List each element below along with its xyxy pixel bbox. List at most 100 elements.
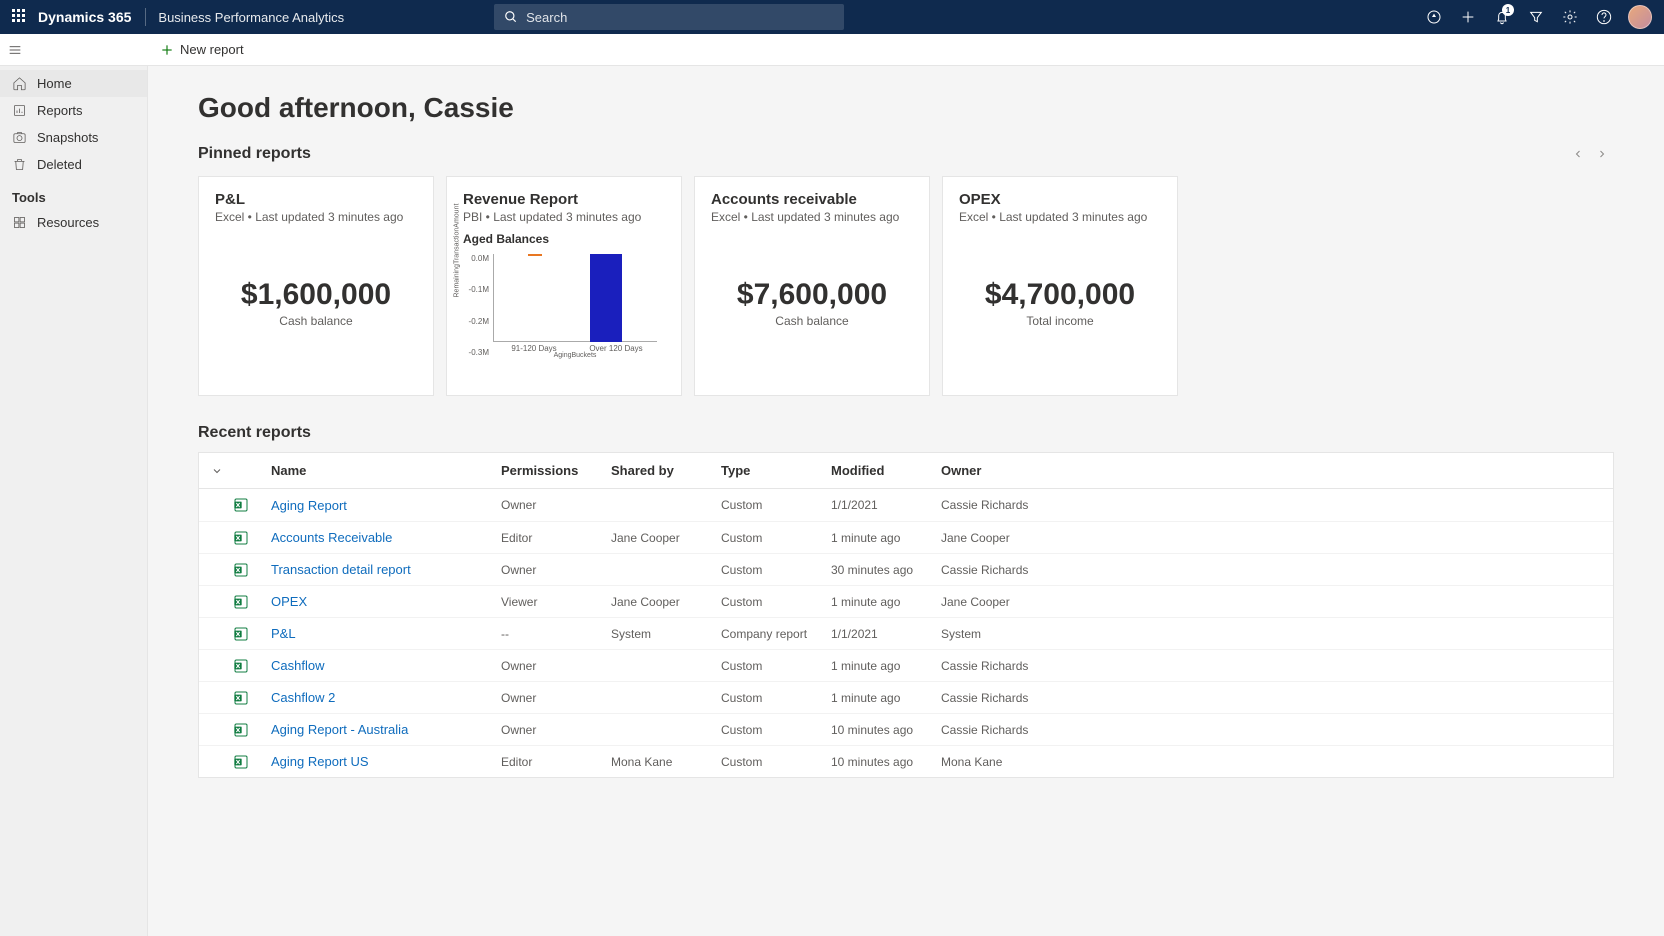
avatar[interactable] <box>1628 5 1652 29</box>
sidebar-item-label: Snapshots <box>37 130 98 145</box>
card-revenue-report[interactable]: Revenue Report PBI • Last updated 3 minu… <box>446 176 682 396</box>
table-row: Aging Report - AustraliaOwner Custom10 mi… <box>199 713 1613 745</box>
col-modified[interactable]: Modified <box>831 463 941 478</box>
row-modified: 1/1/2021 <box>831 627 941 641</box>
row-permissions: Owner <box>501 723 611 737</box>
help-icon[interactable] <box>1588 0 1620 34</box>
row-name[interactable]: Accounts Receivable <box>271 530 501 545</box>
search-input[interactable]: Search <box>494 4 844 30</box>
sidebar-item-snapshots[interactable]: Snapshots <box>0 124 147 151</box>
row-modified: 30 minutes ago <box>831 563 941 577</box>
search-placeholder: Search <box>526 10 567 25</box>
row-type: Custom <box>721 691 831 705</box>
sidebar-item-label: Home <box>37 76 72 91</box>
chevron-right-icon[interactable] <box>1590 142 1614 166</box>
row-modified: 1 minute ago <box>831 531 941 545</box>
sidebar: Home Reports Snapshots Deleted Tools Res… <box>0 66 148 936</box>
snapshots-icon <box>12 130 27 145</box>
target-icon[interactable] <box>1418 0 1450 34</box>
recent-reports-title: Recent reports <box>198 424 311 442</box>
sort-column[interactable] <box>211 465 271 477</box>
sidebar-item-reports[interactable]: Reports <box>0 97 147 124</box>
card-value: $7,600,000 <box>737 278 887 312</box>
row-name[interactable]: P&L <box>271 626 501 641</box>
table-row: Cashflow 2OwnerCustom1 minute agoCassie … <box>199 681 1613 713</box>
trash-icon <box>12 157 27 172</box>
plus-icon[interactable] <box>1452 0 1484 34</box>
gear-icon[interactable] <box>1554 0 1586 34</box>
card-label: Cash balance <box>775 314 848 328</box>
brand-title[interactable]: Dynamics 365 <box>38 9 145 25</box>
chart-ytick: 0.0M <box>471 254 489 263</box>
chevron-left-icon[interactable] <box>1566 142 1590 166</box>
filter-icon[interactable] <box>1520 0 1552 34</box>
row-name[interactable]: OPEX <box>271 594 501 609</box>
row-type: Custom <box>721 498 831 512</box>
col-permissions[interactable]: Permissions <box>501 463 611 478</box>
notifications-icon[interactable]: 1 <box>1486 0 1518 34</box>
waffle-icon[interactable] <box>12 9 28 25</box>
pinned-cards: P&L Excel • Last updated 3 minutes ago $… <box>198 176 1614 396</box>
card-title: P&L <box>215 191 417 208</box>
chart-xlabel: AgingBuckets <box>493 352 657 359</box>
row-name[interactable]: Transaction detail report <box>271 562 501 577</box>
row-type: Custom <box>721 531 831 545</box>
row-name[interactable]: Aging Report - Australia <box>271 722 501 737</box>
table-header: Name Permissions Shared by Type Modified… <box>199 453 1613 489</box>
table-row: P&L--SystemCompany report1/1/2021System <box>199 617 1613 649</box>
row-name[interactable]: Cashflow <box>271 658 501 673</box>
card-accounts-receivable[interactable]: Accounts receivable Excel • Last updated… <box>694 176 930 396</box>
table-row: OPEXViewerJane CooperCustom1 minute agoJ… <box>199 585 1613 617</box>
row-modified: 1 minute ago <box>831 659 941 673</box>
brand-divider <box>145 8 146 26</box>
row-permissions: Owner <box>501 563 611 577</box>
excel-icon <box>233 594 249 610</box>
row-permissions: Viewer <box>501 595 611 609</box>
sidebar-item-label: Reports <box>37 103 83 118</box>
table-row: Aging ReportOwnerCustom1/1/2021Cassie Ri… <box>199 489 1613 521</box>
card-label: Cash balance <box>279 314 352 328</box>
sidebar-item-home[interactable]: Home <box>0 70 147 97</box>
resources-icon <box>12 215 27 230</box>
sidebar-item-label: Deleted <box>37 157 82 172</box>
col-shared-by[interactable]: Shared by <box>611 463 721 478</box>
row-owner: Cassie Richards <box>941 563 1141 577</box>
plus-icon <box>160 43 174 57</box>
hamburger-icon[interactable] <box>0 34 30 66</box>
row-name[interactable]: Cashflow 2 <box>271 690 501 705</box>
row-modified: 1/1/2021 <box>831 498 941 512</box>
excel-icon <box>233 497 249 513</box>
row-permissions: Owner <box>501 659 611 673</box>
excel-icon <box>233 562 249 578</box>
card-value: $4,700,000 <box>985 278 1135 312</box>
col-name[interactable]: Name <box>271 463 501 478</box>
row-permissions: Editor <box>501 755 611 769</box>
row-type: Custom <box>721 723 831 737</box>
chart-ytick: -0.3M <box>469 348 489 357</box>
row-shared-by: Jane Cooper <box>611 531 721 545</box>
notification-badge: 1 <box>1502 4 1514 16</box>
excel-icon <box>233 530 249 546</box>
sidebar-item-resources[interactable]: Resources <box>0 209 147 236</box>
col-owner[interactable]: Owner <box>941 463 1141 478</box>
new-report-button[interactable]: New report <box>148 34 256 66</box>
chart-ytick: -0.1M <box>469 285 489 294</box>
row-type: Custom <box>721 755 831 769</box>
card-title: Accounts receivable <box>711 191 913 208</box>
card-pnl[interactable]: P&L Excel • Last updated 3 minutes ago $… <box>198 176 434 396</box>
row-name[interactable]: Aging Report US <box>271 754 501 769</box>
row-modified: 10 minutes ago <box>831 723 941 737</box>
table-row: Aging Report USEditorMona KaneCustom10 m… <box>199 745 1613 777</box>
card-subtitle: Excel • Last updated 3 minutes ago <box>711 210 913 224</box>
row-type: Custom <box>721 595 831 609</box>
page-title: Good afternoon, Cassie <box>198 92 1614 124</box>
row-owner: Cassie Richards <box>941 723 1141 737</box>
col-type[interactable]: Type <box>721 463 831 478</box>
card-label: Total income <box>1026 314 1093 328</box>
sidebar-tools-head: Tools <box>0 182 147 209</box>
recent-reports-table: Name Permissions Shared by Type Modified… <box>198 452 1614 778</box>
row-name[interactable]: Aging Report <box>271 498 501 513</box>
card-opex[interactable]: OPEX Excel • Last updated 3 minutes ago … <box>942 176 1178 396</box>
new-report-label: New report <box>180 42 244 57</box>
sidebar-item-deleted[interactable]: Deleted <box>0 151 147 178</box>
